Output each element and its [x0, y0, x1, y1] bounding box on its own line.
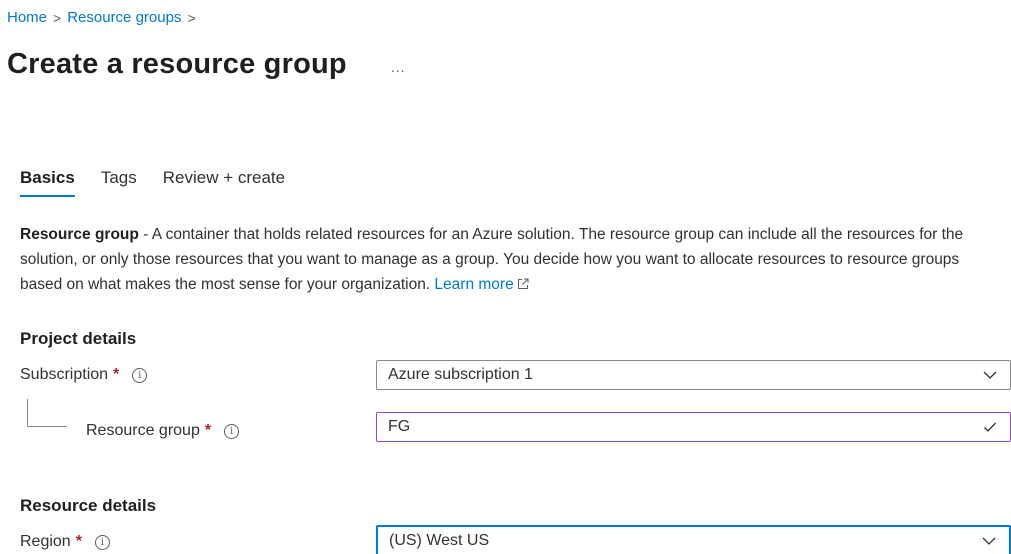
- resource-group-label-text: Resource group: [86, 422, 200, 439]
- breadcrumb-home-link[interactable]: Home: [7, 9, 47, 26]
- breadcrumb: Home > Resource groups >: [7, 9, 196, 26]
- tab-tags[interactable]: Tags: [101, 168, 137, 197]
- breadcrumb-separator: >: [53, 9, 62, 26]
- resource-group-input[interactable]: FG: [376, 412, 1011, 442]
- tab-review-create[interactable]: Review + create: [163, 168, 285, 197]
- learn-more-link[interactable]: Learn more: [434, 276, 529, 293]
- region-value: (US) West US: [389, 531, 490, 549]
- region-dropdown[interactable]: (US) West US: [376, 525, 1011, 554]
- external-link-icon: [517, 278, 529, 289]
- description-term: Resource group: [20, 226, 139, 243]
- subscription-value: Azure subscription 1: [388, 366, 533, 383]
- resource-details-heading: Resource details: [20, 496, 157, 515]
- hierarchy-connector: [27, 399, 67, 427]
- more-options-button[interactable]: ...: [391, 59, 406, 75]
- info-icon[interactable]: i: [224, 423, 240, 439]
- chevron-down-icon: [983, 371, 997, 379]
- required-marker: *: [204, 422, 212, 439]
- subscription-dropdown[interactable]: Azure subscription 1: [376, 360, 1011, 390]
- title-row: Create a resource group ...: [7, 48, 406, 81]
- info-icon[interactable]: i: [94, 534, 110, 550]
- info-icon[interactable]: i: [132, 367, 148, 383]
- chevron-down-icon: [982, 537, 996, 545]
- learn-more-label: Learn more: [434, 276, 514, 293]
- subscription-label: Subscription * i: [20, 366, 148, 384]
- project-details-heading: Project details: [20, 329, 137, 348]
- subscription-label-text: Subscription: [20, 366, 109, 383]
- required-marker: *: [75, 533, 82, 550]
- region-label: Region * i: [20, 533, 110, 551]
- tab-basics[interactable]: Basics: [20, 168, 75, 197]
- page-title: Create a resource group: [7, 48, 347, 80]
- required-marker: *: [113, 366, 120, 383]
- resource-group-label: Resource group * i: [86, 422, 240, 440]
- resource-group-value: FG: [388, 418, 411, 435]
- checkmark-icon: [984, 422, 996, 432]
- tab-bar: Basics Tags Review + create: [20, 168, 311, 197]
- breadcrumb-resource-groups-link[interactable]: Resource groups: [67, 9, 181, 26]
- breadcrumb-separator: >: [187, 9, 196, 26]
- region-label-text: Region: [20, 533, 71, 550]
- resource-group-description: Resource group - A container that holds …: [20, 222, 1005, 297]
